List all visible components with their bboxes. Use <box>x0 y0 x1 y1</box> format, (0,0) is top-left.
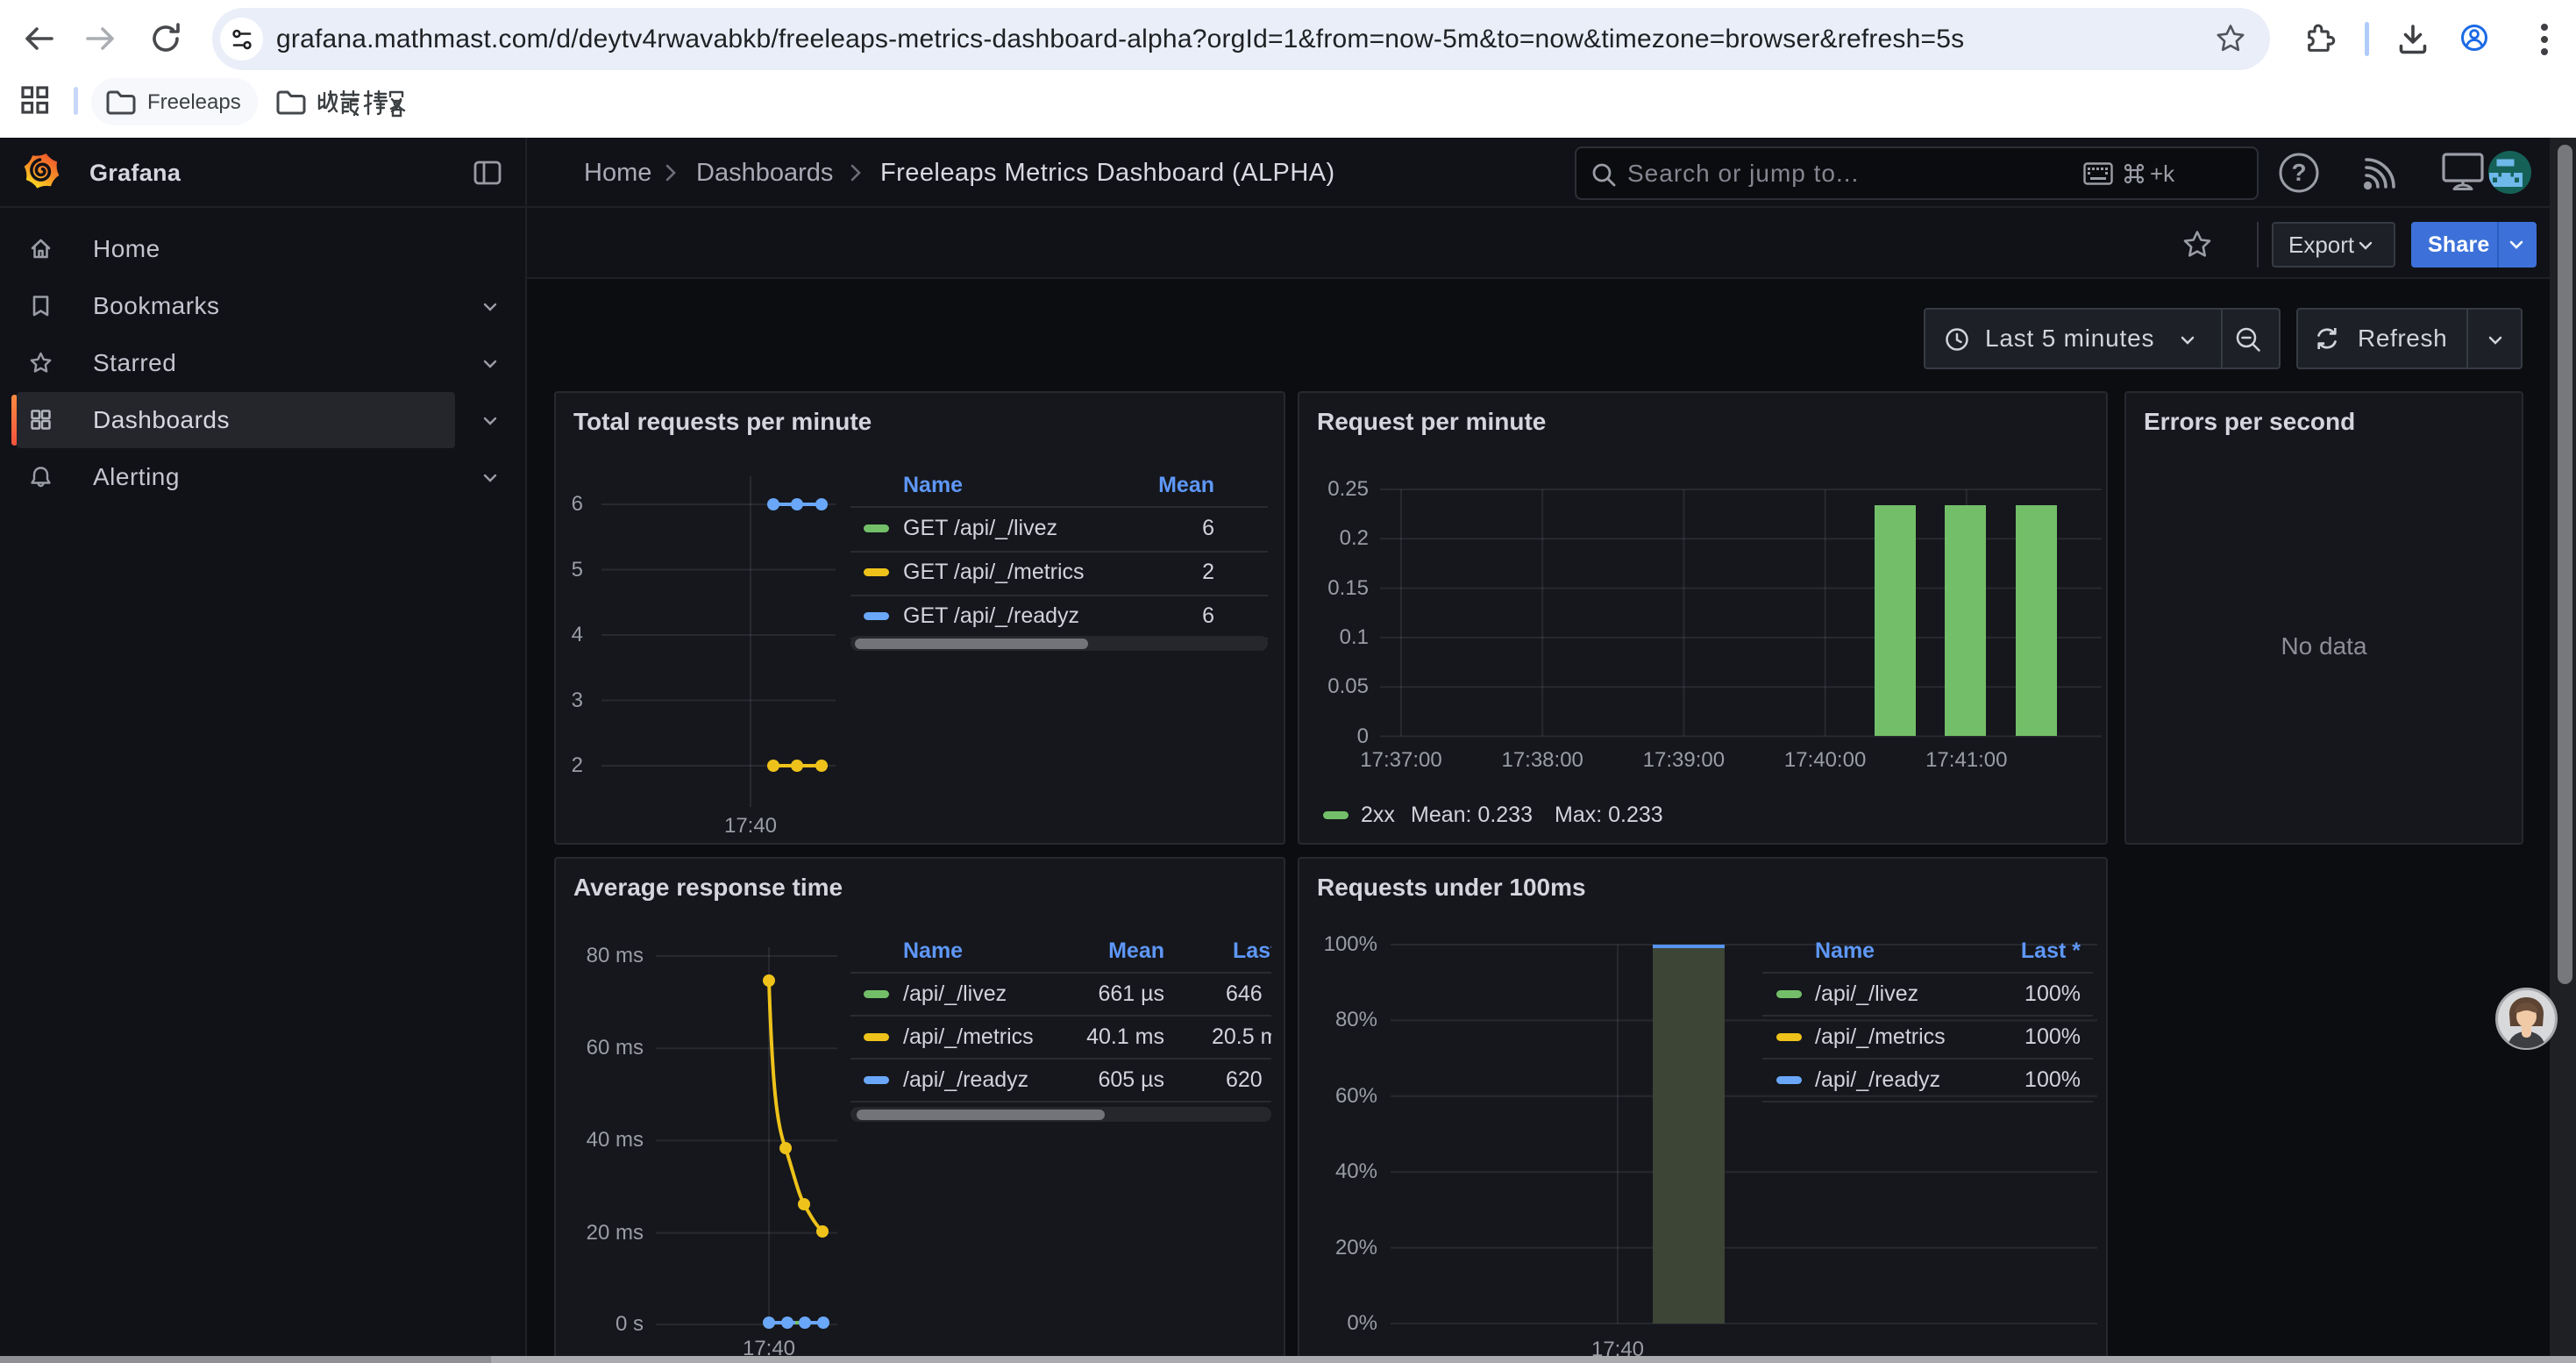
svg-text:?: ? <box>2291 159 2306 186</box>
